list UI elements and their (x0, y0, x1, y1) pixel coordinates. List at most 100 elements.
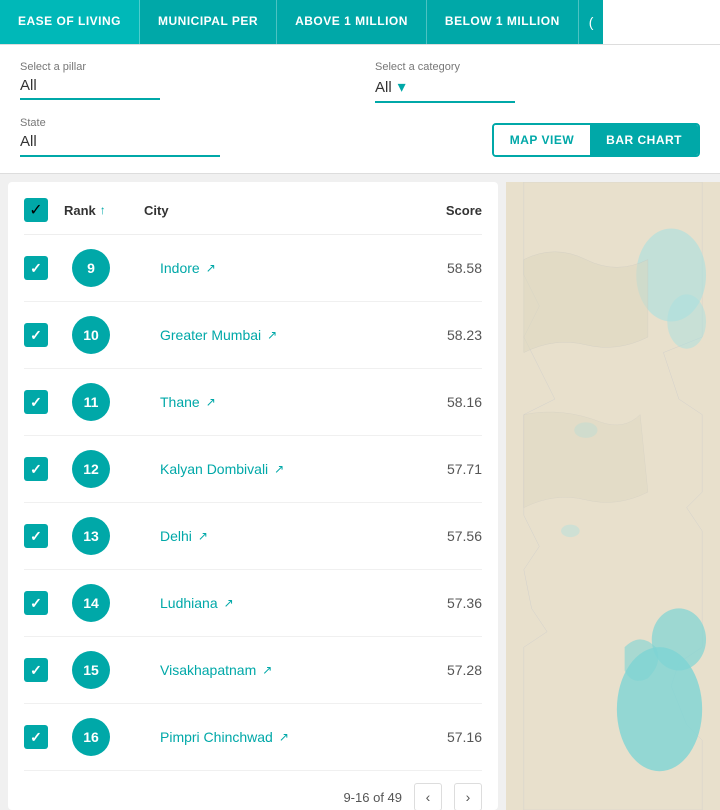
rank-col-2: 11 (64, 383, 144, 421)
city-header: City (144, 203, 412, 218)
checkmark-5: ✓ (30, 595, 42, 612)
city-label-5: Ludhiana (160, 595, 218, 611)
row-checkbox-7[interactable]: ✓ (24, 725, 48, 749)
row-checkbox-4[interactable]: ✓ (24, 524, 48, 548)
city-link-icon-3: ↗ (274, 462, 284, 476)
city-name-7[interactable]: Pimpri Chinchwad ↗ (160, 729, 412, 745)
filter-row-1: Select a pillar All Select a category Al… (20, 61, 700, 103)
tab-ease-of-living[interactable]: EASE OF LIVING (0, 0, 140, 44)
prev-page-button[interactable]: ‹ (414, 783, 442, 810)
state-filter-group: State All (20, 117, 220, 157)
score-val-7: 57.16 (412, 729, 482, 745)
tab-below-1-million[interactable]: BELOW 1 MILLION (427, 0, 579, 44)
city-link-icon-5: ↗ (224, 596, 234, 610)
row-checkbox-col-5: ✓ (24, 591, 64, 615)
tab-more[interactable]: ( (579, 0, 604, 44)
category-value: All (375, 79, 392, 96)
rank-badge-7: 16 (72, 718, 110, 756)
score-val-5: 57.36 (412, 595, 482, 611)
table-row: ✓ 15 Visakhapatnam ↗ 57.28 (24, 637, 482, 704)
category-filter-group: Select a category All ▾ (375, 61, 700, 103)
row-checkbox-col-0: ✓ (24, 256, 64, 280)
state-value: All (20, 133, 37, 150)
row-checkbox-col-4: ✓ (24, 524, 64, 548)
pillar-value: All (20, 77, 37, 94)
rank-sort-icon: ↑ (100, 203, 106, 217)
table-rows: ✓ 9 Indore ↗ 58.58 ✓ 10 Greater Mumbai (24, 235, 482, 771)
rank-badge-1: 10 (72, 316, 110, 354)
map-view-button[interactable]: MAP VIEW (494, 125, 590, 155)
city-link-icon-7: ↗ (279, 730, 289, 744)
score-val-1: 58.23 (412, 327, 482, 343)
header-checkbox-col: ✓ (24, 198, 64, 222)
city-label-7: Pimpri Chinchwad (160, 729, 273, 745)
checkmark-0: ✓ (30, 260, 42, 277)
rank-badge-5: 14 (72, 584, 110, 622)
category-select[interactable]: All ▾ (375, 77, 515, 103)
pillar-label: Select a pillar (20, 61, 345, 73)
table-row: ✓ 16 Pimpri Chinchwad ↗ 57.16 (24, 704, 482, 771)
tab-above-1-million[interactable]: ABOVE 1 MILLION (277, 0, 427, 44)
next-page-button[interactable]: › (454, 783, 482, 810)
table-row: ✓ 12 Kalyan Dombivali ↗ 57.71 (24, 436, 482, 503)
filter-panel: Select a pillar All Select a category Al… (0, 45, 720, 174)
city-link-icon-6: ↗ (262, 663, 272, 677)
rank-badge-0: 9 (72, 249, 110, 287)
rank-col-1: 10 (64, 316, 144, 354)
row-checkbox-col-7: ✓ (24, 725, 64, 749)
city-label-4: Delhi (160, 528, 192, 544)
rank-col-4: 13 (64, 517, 144, 555)
city-name-6[interactable]: Visakhapatnam ↗ (160, 662, 412, 678)
city-label-1: Greater Mumbai (160, 327, 261, 343)
score-header: Score (412, 203, 482, 218)
pagination-info: 9-16 of 49 (343, 790, 402, 805)
rank-badge-3: 12 (72, 450, 110, 488)
row-checkbox-5[interactable]: ✓ (24, 591, 48, 615)
row-checkbox-col-3: ✓ (24, 457, 64, 481)
row-checkbox-col-6: ✓ (24, 658, 64, 682)
state-select[interactable]: All (20, 133, 220, 157)
rank-col-7: 16 (64, 718, 144, 756)
city-link-icon-1: ↗ (267, 328, 277, 342)
tab-municipal-per[interactable]: MUNICIPAL PER (140, 0, 277, 44)
main-content: ✓ Rank ↑ City Score ✓ 9 (0, 182, 720, 810)
city-name-0[interactable]: Indore ↗ (160, 260, 412, 276)
row-checkbox-0[interactable]: ✓ (24, 256, 48, 280)
city-name-5[interactable]: Ludhiana ↗ (160, 595, 412, 611)
city-name-3[interactable]: Kalyan Dombivali ↗ (160, 461, 412, 477)
rank-header[interactable]: Rank ↑ (64, 203, 144, 218)
filter-row-2: State All MAP VIEW BAR CHART (20, 117, 700, 157)
table-row: ✓ 13 Delhi ↗ 57.56 (24, 503, 482, 570)
city-name-4[interactable]: Delhi ↗ (160, 528, 412, 544)
table-row: ✓ 10 Greater Mumbai ↗ 58.23 (24, 302, 482, 369)
rank-badge-2: 11 (72, 383, 110, 421)
header-checkbox[interactable]: ✓ (24, 198, 48, 222)
pillar-select[interactable]: All (20, 77, 160, 100)
score-val-4: 57.56 (412, 528, 482, 544)
row-checkbox-col-1: ✓ (24, 323, 64, 347)
table-row: ✓ 11 Thane ↗ 58.16 (24, 369, 482, 436)
checkmark-6: ✓ (30, 662, 42, 679)
row-checkbox-6[interactable]: ✓ (24, 658, 48, 682)
city-name-1[interactable]: Greater Mumbai ↗ (160, 327, 412, 343)
bar-chart-button[interactable]: BAR CHART (590, 125, 698, 155)
state-label: State (20, 117, 220, 129)
pagination: 9-16 of 49 ‹ › (24, 771, 482, 810)
score-val-3: 57.71 (412, 461, 482, 477)
city-label-3: Kalyan Dombivali (160, 461, 268, 477)
city-label-2: Thane (160, 394, 200, 410)
row-checkbox-col-2: ✓ (24, 390, 64, 414)
city-name-2[interactable]: Thane ↗ (160, 394, 412, 410)
checkmark-4: ✓ (30, 528, 42, 545)
row-checkbox-1[interactable]: ✓ (24, 323, 48, 347)
city-link-icon-0: ↗ (206, 261, 216, 275)
rank-col-0: 9 (64, 249, 144, 287)
checkmark-1: ✓ (30, 327, 42, 344)
tab-bar: EASE OF LIVING MUNICIPAL PER ABOVE 1 MIL… (0, 0, 720, 45)
row-checkbox-2[interactable]: ✓ (24, 390, 48, 414)
row-checkbox-3[interactable]: ✓ (24, 457, 48, 481)
table-row: ✓ 9 Indore ↗ 58.58 (24, 235, 482, 302)
header-checkmark: ✓ (29, 200, 42, 220)
checkmark-3: ✓ (30, 461, 42, 478)
rank-badge-4: 13 (72, 517, 110, 555)
